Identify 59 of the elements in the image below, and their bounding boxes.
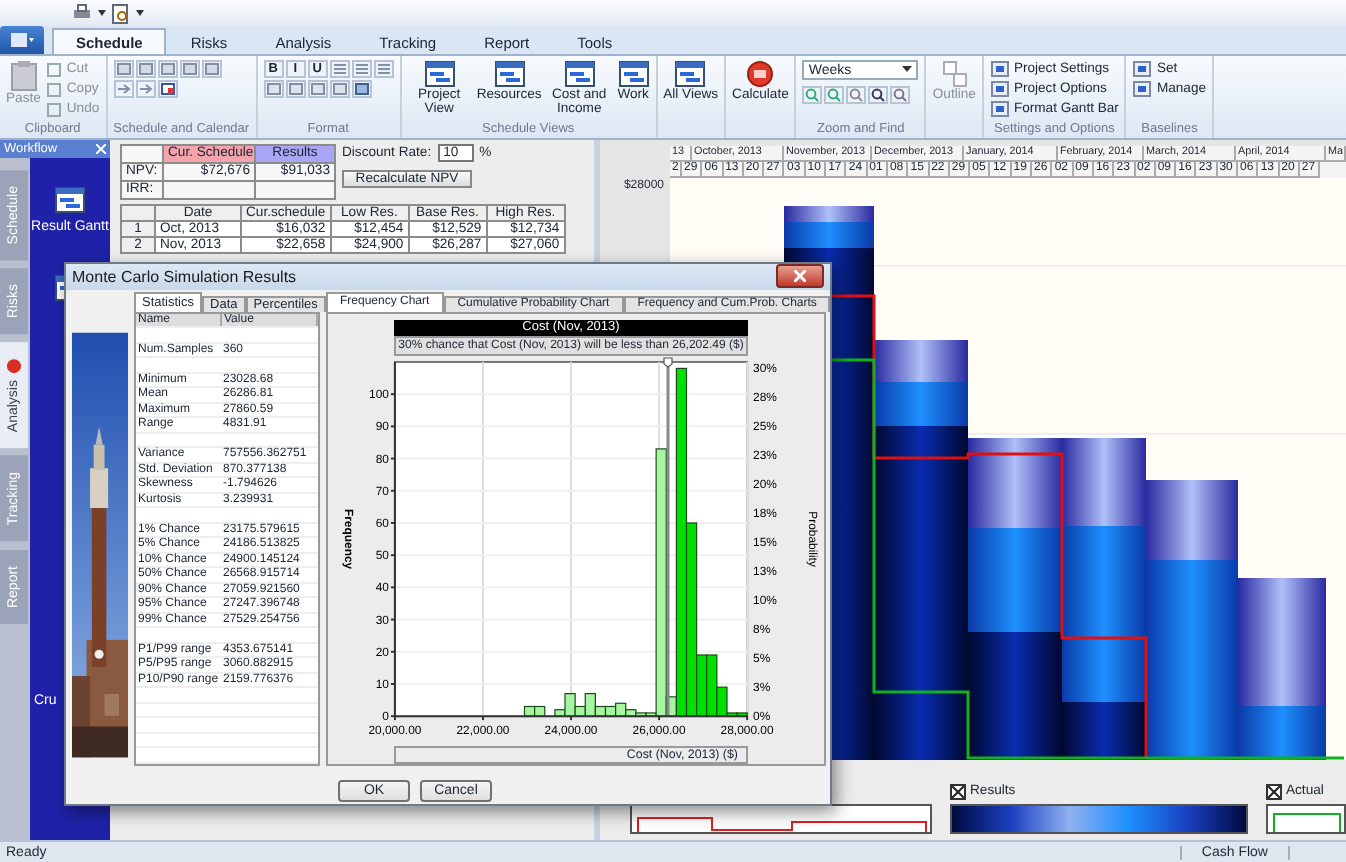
option-icon [1132,80,1153,98]
close-icon [96,144,106,154]
task-tool-button[interactable] [157,60,178,78]
window-icon [493,60,526,88]
caret-icon [136,10,144,16]
zoom-tool-button[interactable] [868,86,889,104]
close-icon [794,270,806,283]
image-icon [353,82,370,96]
arrow-tool-button[interactable] [113,80,134,98]
printer-icon [72,4,92,22]
dialog-title: Monte Carlo Simulation Results [72,267,297,286]
legend-checkbox[interactable] [1266,783,1282,799]
arrow-icon [115,82,132,96]
format-tool-button[interactable] [263,80,284,98]
align-icon [375,62,392,76]
format-tool-button[interactable] [329,80,350,98]
task-tool-button[interactable] [113,60,134,78]
format-tool-button[interactable] [285,80,306,98]
application-menu-button[interactable] [0,26,44,54]
option-icon [1132,60,1153,78]
arrow-tool-button[interactable] [135,80,156,98]
close-button[interactable] [776,264,824,289]
window-icon [617,60,650,88]
task-tool-button[interactable] [135,60,156,78]
calendar-tool-button[interactable] [157,80,178,98]
line-legend-swatch [1266,804,1346,834]
option-icon [989,60,1010,78]
magnifier-icon [892,88,909,102]
magnifier-icon [804,88,821,102]
window-icon [423,60,456,88]
calendar-icon [159,82,176,96]
calculate-icon [746,60,775,88]
option-icon [989,80,1010,98]
align-icon [353,62,370,76]
align-icon [331,62,348,76]
window-icon [563,60,596,88]
caret-icon [902,66,913,74]
format-tool-button[interactable] [307,80,328,98]
legend-checkbox[interactable] [950,783,966,799]
magnifier-icon [848,88,865,102]
magnifier-icon [870,88,887,102]
menu-icon [10,32,34,48]
align-button[interactable] [329,60,350,78]
magnifier-icon [826,88,843,102]
cursor-line[interactable] [666,364,670,716]
clipboard-icon [9,60,38,92]
align-button[interactable] [373,60,394,78]
gantt-icon [53,186,86,214]
arrow-icon [137,82,154,96]
task-tool-button[interactable] [201,60,222,78]
window-icon [674,60,707,88]
picture-tool-button[interactable] [351,80,372,98]
caret-icon [98,10,106,16]
option-icon [989,100,1010,118]
task-tool-button[interactable] [179,60,200,78]
align-button[interactable] [351,60,372,78]
analysis-icon [6,358,22,375]
outline-icon [938,60,971,88]
print-preview-icon [112,3,130,23]
